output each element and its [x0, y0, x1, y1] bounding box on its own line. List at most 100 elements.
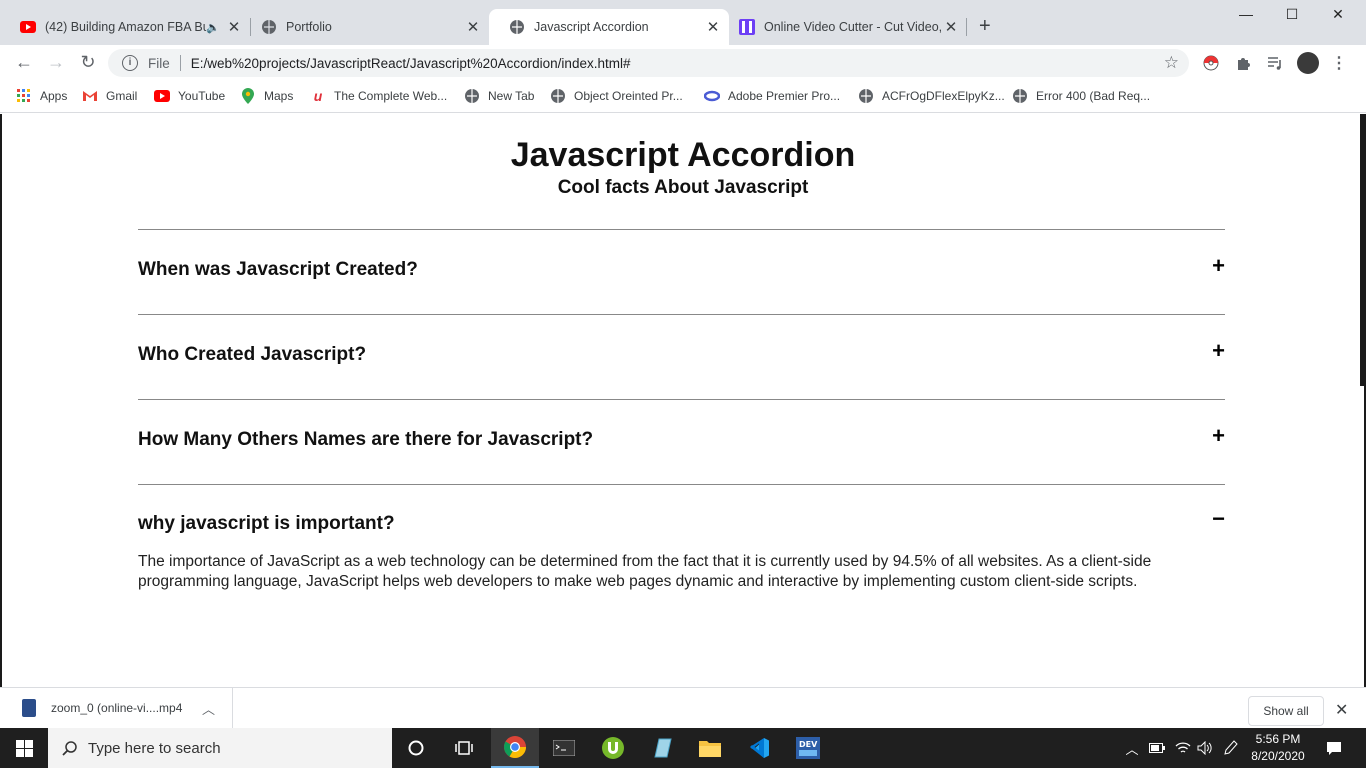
udemy-icon: u: [313, 88, 323, 104]
cortana-icon[interactable]: [392, 728, 440, 768]
chrome-taskbar-icon[interactable]: [491, 728, 539, 768]
bookmark-error-400[interactable]: Error 400 (Bad Req...: [1012, 88, 1150, 104]
page-viewport: Javascript Accordion Cool facts About Ja…: [0, 114, 1366, 687]
download-item[interactable]: zoom_0 (online-vi....mp4 ︿: [0, 688, 233, 728]
tab-youtube[interactable]: (42) Building Amazon FBA Bu 🔈 ✕: [0, 9, 250, 45]
pen-icon[interactable]: [1220, 728, 1242, 768]
file-explorer-icon[interactable]: [686, 728, 734, 768]
notes-app-icon[interactable]: [638, 728, 686, 768]
file-scheme-label: File: [148, 55, 170, 71]
youtube-icon: [20, 19, 36, 35]
browser-toolbar: ← → ↻ i File E:/web%20projects/Javascrip…: [0, 45, 1366, 81]
maps-pin-icon: [240, 88, 256, 104]
apps-grid-icon: [16, 88, 32, 104]
tab-separator: [966, 18, 967, 36]
minimize-button[interactable]: —: [1223, 6, 1269, 28]
terminal-icon[interactable]: [540, 728, 588, 768]
chevron-up-icon[interactable]: ︿: [1122, 728, 1142, 768]
bookmark-apps[interactable]: Apps: [16, 88, 67, 104]
globe-icon: [858, 88, 874, 104]
new-tab-button[interactable]: +: [979, 16, 991, 36]
search-icon: [62, 740, 78, 756]
notifications-icon[interactable]: [1320, 728, 1348, 768]
clock-time: 5:56 PM: [1255, 732, 1301, 746]
address-bar[interactable]: i File E:/web%20projects/JavascriptReact…: [108, 49, 1189, 77]
chevron-up-icon[interactable]: ︿: [202, 699, 215, 718]
bookmark-adobe-premier[interactable]: Adobe Premier Pro...: [704, 88, 840, 104]
volume-icon[interactable]: [1194, 728, 1216, 768]
download-shelf: zoom_0 (online-vi....mp4 ︿ Show all ✕: [0, 687, 1366, 728]
globe-icon: [261, 19, 277, 35]
svg-text:DEV: DEV: [799, 740, 818, 749]
info-icon[interactable]: i: [122, 55, 138, 71]
more-menu-icon[interactable]: ⋮: [1329, 53, 1349, 73]
vscode-icon[interactable]: [735, 728, 783, 768]
url-text[interactable]: E:/web%20projects/JavascriptReact/Javasc…: [191, 56, 631, 71]
show-all-button[interactable]: Show all: [1248, 696, 1324, 726]
plus-icon[interactable]: +: [1212, 423, 1225, 449]
page-subtitle: Cool facts About Javascript: [557, 177, 809, 198]
task-view-icon[interactable]: [440, 728, 488, 768]
video-file-icon: [22, 699, 36, 717]
youtube-icon: [154, 88, 170, 104]
accordion-question[interactable]: Who Created Javascript?: [138, 344, 366, 366]
accordion-question[interactable]: When was Javascript Created?: [138, 259, 418, 281]
divider: [138, 314, 1225, 315]
plus-icon[interactable]: +: [1212, 253, 1225, 279]
taskbar-search[interactable]: Type here to search: [48, 728, 392, 768]
bookmark-new-tab[interactable]: New Tab: [464, 88, 534, 104]
plus-icon[interactable]: +: [1212, 338, 1225, 364]
close-shelf-icon[interactable]: ✕: [1335, 700, 1348, 720]
adobe-icon: [704, 88, 720, 104]
bookmark-object-oriented[interactable]: Object Oreinted Pr...: [550, 88, 683, 104]
globe-icon: [550, 88, 566, 104]
reload-icon[interactable]: ↻: [76, 51, 100, 75]
bookmark-star-icon[interactable]: ☆: [1164, 53, 1179, 73]
bookmarks-bar: Apps Gmail YouTube Maps u The Complete W…: [0, 81, 1366, 113]
pokeball-extension-icon[interactable]: [1201, 53, 1221, 73]
windows-taskbar: Type here to search DEV ︿ 5:56 PM 8/20/2…: [0, 728, 1366, 768]
system-clock[interactable]: 5:56 PM 8/20/2020: [1240, 731, 1316, 765]
bookmark-acfr[interactable]: ACFrOgDFlexElpyKz...: [858, 88, 1005, 104]
gmail-icon: [82, 88, 98, 104]
windows-start-icon[interactable]: [0, 728, 48, 768]
tab-video-cutter[interactable]: Online Video Cutter - Cut Video, ✕: [719, 9, 967, 45]
accordion-answer: The importance of JavaScript as a web te…: [138, 553, 1152, 590]
bookmark-complete-web[interactable]: u The Complete Web...: [310, 88, 447, 104]
accordion-question[interactable]: How Many Others Names are there for Java…: [138, 429, 593, 451]
clock-date: 8/20/2020: [1251, 749, 1305, 763]
tab-strip: (42) Building Amazon FBA Bu 🔈 ✕ Portfoli…: [0, 0, 1366, 45]
back-arrow-icon[interactable]: ←: [12, 51, 36, 75]
close-tab-icon[interactable]: ✕: [941, 18, 961, 36]
dev-app-icon[interactable]: DEV: [784, 728, 832, 768]
tab-javascript-accordion[interactable]: Javascript Accordion ✕: [489, 9, 729, 45]
wifi-icon[interactable]: [1172, 728, 1194, 768]
close-window-button[interactable]: ✕: [1315, 6, 1361, 28]
divider: [138, 484, 1225, 485]
forward-arrow-icon[interactable]: →: [44, 51, 68, 75]
close-tab-icon[interactable]: ✕: [463, 18, 483, 36]
bookmark-maps[interactable]: Maps: [240, 88, 293, 104]
utorrent-icon[interactable]: [589, 728, 637, 768]
globe-icon: [509, 19, 525, 35]
bookmark-youtube[interactable]: YouTube: [154, 88, 225, 104]
profile-avatar[interactable]: [1297, 52, 1319, 74]
divider: [138, 399, 1225, 400]
battery-icon[interactable]: [1146, 728, 1168, 768]
search-placeholder: Type here to search: [88, 739, 221, 757]
globe-icon: [464, 88, 480, 104]
omnibox-divider: [179, 55, 181, 71]
maximize-button[interactable]: ☐: [1269, 6, 1315, 28]
bookmark-gmail[interactable]: Gmail: [82, 88, 137, 104]
accordion-question[interactable]: why javascript is important?: [138, 513, 395, 535]
tab-portfolio[interactable]: Portfolio ✕: [241, 9, 489, 45]
download-filename: zoom_0 (online-vi....mp4: [51, 701, 183, 715]
video-cutter-icon: [739, 19, 755, 35]
page-title: Javascript Accordion: [510, 136, 856, 174]
media-queue-icon[interactable]: [1265, 53, 1285, 73]
globe-icon: [1012, 88, 1028, 104]
divider: [138, 229, 1225, 230]
extensions-puzzle-icon[interactable]: [1233, 53, 1253, 73]
speaker-icon[interactable]: 🔈: [206, 21, 220, 34]
minus-icon[interactable]: −: [1212, 506, 1225, 532]
